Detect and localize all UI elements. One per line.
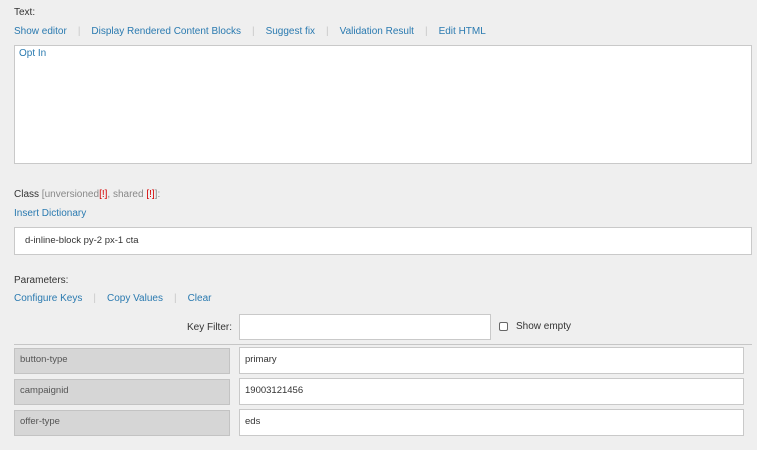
- validation-result-link[interactable]: Validation Result: [340, 26, 414, 37]
- shared-flag[interactable]: [!]: [146, 189, 154, 200]
- class-label: Class: [14, 189, 40, 200]
- param-key-offer-type: offer-type: [14, 410, 230, 436]
- edit-html-link[interactable]: Edit HTML: [439, 26, 486, 37]
- class-section-label: Class [unversioned[!], shared [!]]:: [14, 189, 160, 200]
- text-toolbar: Show editor | Display Rendered Content B…: [14, 26, 486, 37]
- configure-keys-link[interactable]: Configure Keys: [14, 293, 82, 304]
- clear-link[interactable]: Clear: [188, 293, 212, 304]
- insert-dictionary-link[interactable]: Insert Dictionary: [14, 208, 86, 219]
- parameters-section-label: Parameters:: [14, 275, 69, 286]
- toolbar-separator: |: [326, 26, 329, 37]
- copy-values-link[interactable]: Copy Values: [107, 293, 163, 304]
- toolbar-separator: |: [93, 293, 96, 304]
- toolbar-separator: |: [173, 293, 177, 304]
- key-filter-label: Key Filter:: [187, 322, 233, 333]
- display-rendered-content-blocks-link[interactable]: Display Rendered Content Blocks: [91, 26, 241, 37]
- param-key-campaignid: campaignid: [14, 379, 230, 405]
- param-value-button-type[interactable]: primary: [239, 347, 744, 374]
- show-empty-checkbox[interactable]: [499, 322, 508, 331]
- text-content-value: Opt In: [19, 48, 47, 59]
- key-filter-input[interactable]: [239, 314, 491, 340]
- text-section-label: Text:: [14, 7, 36, 18]
- suggest-fix-link[interactable]: Suggest fix: [266, 26, 315, 37]
- param-key-button-type: button-type: [14, 348, 230, 374]
- toolbar-separator: |: [77, 26, 81, 37]
- param-value-campaignid[interactable]: 19003121456: [239, 378, 744, 405]
- class-label-suffix: ]:: [154, 189, 161, 200]
- show-empty-label: Show empty: [516, 321, 572, 332]
- shared-text: , shared: [107, 189, 144, 200]
- parameters-toolbar: Configure Keys | Copy Values | Clear: [14, 293, 211, 304]
- unversioned-text: [unversioned: [41, 189, 100, 200]
- toolbar-separator: |: [251, 26, 255, 37]
- text-content-area[interactable]: Opt In: [14, 45, 752, 164]
- toolbar-separator: |: [424, 26, 428, 37]
- class-input[interactable]: d-inline-block py-2 px-1 cta: [14, 227, 752, 255]
- param-value-offer-type[interactable]: eds: [239, 409, 744, 436]
- parameters-divider: [14, 344, 752, 345]
- show-editor-link[interactable]: Show editor: [14, 26, 67, 37]
